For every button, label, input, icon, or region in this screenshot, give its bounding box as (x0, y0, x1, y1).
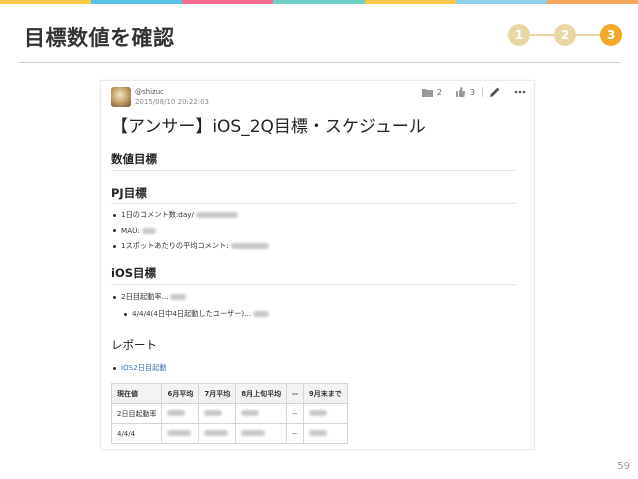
author-name: @shizuc (135, 88, 164, 96)
table-row: 4/4/4 -- (110, 423, 348, 444)
report-link[interactable]: iOS2日目起動 (121, 363, 167, 373)
section-divider (111, 170, 516, 171)
list-item: MAU: (113, 226, 156, 235)
table-header-cell: 7月平均 (198, 383, 237, 404)
meta-separator (482, 87, 483, 97)
table-header-cell: 現在値 (110, 383, 163, 404)
top-color-bar (0, 0, 638, 4)
table-cell (198, 423, 237, 444)
edit-icon[interactable] (490, 87, 500, 97)
list-item: 2日目起動率... (113, 292, 187, 302)
like-icon[interactable] (455, 87, 466, 97)
document-title: 【アンサー】iOS_2Q目標・スケジュール (111, 117, 426, 137)
color-stripe (364, 0, 456, 4)
bullet (113, 366, 116, 370)
table-header-cell: 6月平均 (161, 383, 200, 404)
list-item: 4/4/4(4日中4日起動したユーザー)... (124, 309, 270, 319)
table-cell: -- (286, 403, 304, 424)
color-stripe (546, 0, 638, 4)
section-heading-report: レポート (111, 338, 157, 352)
table-cell: 4/4/4 (110, 423, 163, 444)
table-header-cell: 8月上旬平均 (235, 383, 288, 404)
table-cell: 2日目起動率 (110, 403, 163, 424)
more-icon[interactable] (514, 90, 526, 94)
list-item-label: 1日のコメント数:day/ (121, 210, 194, 219)
table-row: 2日目起動率 -- (110, 403, 348, 424)
redacted-value (204, 409, 223, 416)
embedded-screenshot: @shizuc 2015/08/10 20:22:03 2 3 【アンサー】iO… (100, 80, 535, 450)
redacted-value (141, 227, 156, 234)
step-1: 1 (508, 24, 530, 46)
table-header-cell: -- (286, 383, 304, 404)
table-cell (302, 423, 348, 444)
step-indicator: 1 2 3 (508, 24, 622, 46)
color-stripe (91, 0, 183, 4)
color-stripe (273, 0, 365, 4)
list-item: 1スポットあたりの平均コメント: (113, 241, 269, 251)
redacted-value (230, 243, 269, 249)
list-item-label: 2日目起動率... (121, 292, 169, 301)
step-2: 2 (554, 24, 576, 46)
step-connector (576, 34, 600, 36)
section-divider (111, 284, 516, 285)
section-heading-ios: iOS目標 (111, 266, 157, 280)
table-cell (161, 423, 200, 444)
color-stripe (182, 0, 274, 4)
section-divider (111, 203, 516, 204)
table-cell (302, 403, 348, 424)
color-stripe (0, 0, 92, 4)
redacted-value (308, 429, 327, 436)
list-item: iOS2日目起動 (113, 363, 167, 373)
redacted-value (241, 409, 260, 416)
avatar (111, 87, 131, 107)
post-date: 2015/08/10 20:22:03 (135, 98, 210, 106)
page-number: 59 (617, 461, 630, 472)
bullet (113, 295, 116, 299)
redacted-value (195, 212, 238, 218)
list-item-label: MAU: (121, 226, 140, 235)
bullet (124, 312, 127, 316)
like-count: 3 (469, 87, 475, 97)
folder-count: 2 (436, 87, 442, 97)
list-item-label: 4/4/4(4日中4日起動したユーザー)... (132, 309, 252, 318)
list-item-label: 1スポットあたりの平均コメント: (121, 241, 229, 250)
kpi-table: 現在値 6月平均 7月平均 8月上旬平均 -- 9月末まで 2日目起動率 -- … (110, 383, 348, 444)
redacted-value (167, 409, 186, 416)
table-cell (198, 403, 237, 424)
page-meta: 2 3 (421, 87, 526, 97)
slide-title: 目標数値を確認 (24, 26, 175, 50)
table-header-row: 現在値 6月平均 7月平均 8月上旬平均 -- 9月末まで (110, 383, 348, 404)
section-heading-kpi: 数値目標 (111, 152, 157, 166)
redacted-value (253, 311, 270, 317)
color-stripe (455, 0, 547, 4)
redacted-value (167, 429, 192, 436)
step-connector (530, 34, 554, 36)
folder-icon[interactable] (421, 88, 433, 97)
step-3: 3 (600, 24, 622, 46)
table-cell (161, 403, 200, 424)
bullet (113, 229, 116, 232)
section-heading-pj: PJ目標 (111, 186, 147, 200)
bullet (113, 244, 116, 248)
table-cell: -- (286, 423, 304, 444)
table-header-cell: 9月末まで (302, 383, 348, 404)
table-cell (235, 403, 288, 424)
redacted-value (170, 294, 187, 300)
title-divider (18, 62, 620, 63)
redacted-value (241, 429, 266, 436)
list-item: 1日のコメント数:day/ (113, 210, 238, 220)
redacted-value (204, 429, 229, 436)
table-cell (235, 423, 288, 444)
redacted-value (308, 409, 327, 416)
bullet (113, 213, 116, 217)
